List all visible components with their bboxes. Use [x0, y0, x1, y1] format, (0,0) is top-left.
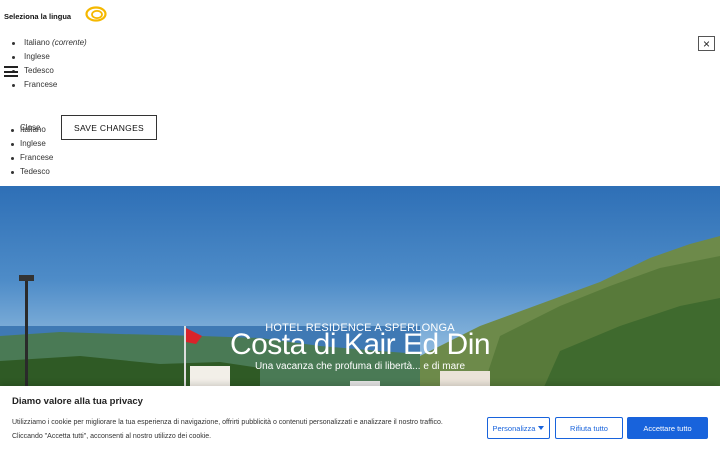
hero-title: Costa di Kair Ed Din	[229, 328, 491, 361]
language-option[interactable]: Francese	[12, 79, 87, 93]
cookie-text-line: Cliccando "Accetta tutti", acconsenti al…	[12, 433, 212, 440]
cookie-text-line: Utilizziamo i cookie per migliorare la t…	[12, 419, 443, 426]
menu-language-item[interactable]: Italiano	[10, 124, 53, 138]
menu-language-item[interactable]: Francese	[10, 152, 53, 166]
accept-all-button[interactable]: Accettare tutto	[627, 417, 708, 439]
hero-banner: HOTEL RESIDENCE A SPERLONGA Costa di Kai…	[0, 186, 720, 396]
menu-language-item[interactable]: Inglese	[10, 138, 53, 152]
reject-all-button[interactable]: Rifiuta tutto	[555, 417, 623, 439]
language-option[interactable]: Tedesco	[12, 65, 87, 79]
language-options-list: Italiano (corrente) Inglese Tedesco Fran…	[12, 37, 87, 93]
cookie-banner-text: Utilizziamo i cookie per migliorare la t…	[12, 416, 482, 444]
close-icon[interactable]: ×	[698, 36, 715, 51]
language-option-current[interactable]: Italiano (corrente)	[12, 37, 87, 51]
save-changes-button[interactable]: SAVE CHANGES	[61, 115, 157, 140]
caret-down-icon	[538, 426, 545, 430]
language-selector-header: Seleziona la lingua	[4, 6, 107, 24]
cookie-consent-banner: Diamo valore alla tua privacy Utilizziam…	[0, 386, 720, 450]
menu-language-list: Italiano Inglese Francese Tedesco	[10, 124, 53, 180]
customize-button[interactable]: Personalizza	[487, 417, 550, 439]
hamburger-menu-icon[interactable]	[4, 66, 18, 77]
cookie-banner-title: Diamo valore alla tua privacy	[12, 396, 143, 407]
customize-label: Personalizza	[492, 423, 536, 433]
page: Seleziona la lingua Italiano (corrente) …	[0, 0, 720, 450]
site-logo[interactable]	[85, 6, 107, 22]
menu-language-item[interactable]: Tedesco	[10, 166, 53, 180]
language-option[interactable]: Inglese	[12, 51, 87, 65]
language-selector-title: Seleziona la lingua	[4, 11, 72, 21]
hero-tagline: Una vacanza che profuma di libertà... e …	[254, 361, 466, 372]
